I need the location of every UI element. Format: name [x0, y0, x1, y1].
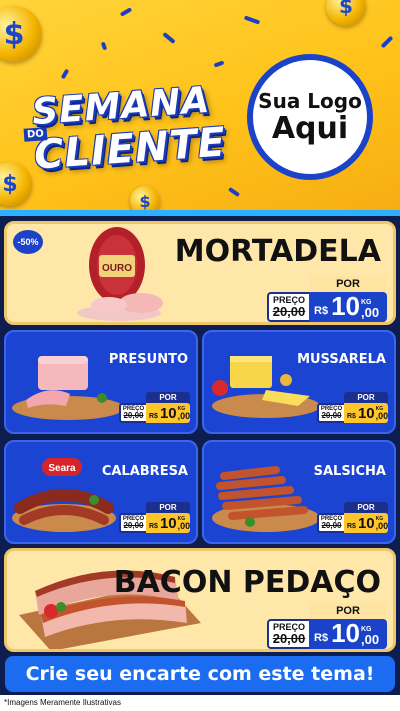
brand-label: OURO	[102, 263, 132, 274]
confetti-decoration	[243, 15, 261, 25]
old-price: PREÇO 20,00	[267, 292, 309, 322]
coin-icon: $	[0, 6, 42, 62]
price-tag: POR PREÇO 20,00 R$ 10 KG ,00	[119, 502, 190, 533]
confetti-decoration	[60, 68, 70, 80]
logo-placeholder: Sua Logo Aqui	[247, 54, 373, 180]
price-por-label: POR	[344, 392, 388, 403]
product-card-calabresa: Seara CALABRESA POR PREÇO 20,00 R$ 10 KG…	[4, 440, 198, 544]
product-card-bacon: BACON PEDAÇO POR PREÇO 20,00 R$ 10 KG ,00	[4, 548, 396, 652]
confetti-decoration	[162, 31, 176, 45]
confetti-decoration	[119, 7, 133, 17]
price-por-label: POR	[146, 502, 190, 513]
coin-icon: $	[130, 186, 160, 213]
new-price: R$ 10 KG ,00	[309, 292, 387, 322]
disclaimer-note: *Imagens Meramente Ilustrativas	[0, 695, 400, 711]
coin-icon: $	[326, 0, 366, 26]
product-name: MORTADELA	[174, 234, 381, 269]
product-name: SALSICHA	[313, 464, 386, 479]
logo-line1: Sua Logo	[258, 89, 362, 113]
logo-line2: Aqui	[271, 111, 349, 146]
new-price: R$ 10 KG ,00	[344, 403, 388, 423]
price-por-label: POR	[146, 392, 190, 403]
old-price: PREÇO 20,00	[119, 403, 146, 423]
price-tag: POR PREÇO 20,00 R$ 10 KG ,00	[267, 276, 387, 322]
mortadela-image: OURO	[77, 227, 163, 321]
product-card-presunto: PRESUNTO POR PREÇO 20,00 R$ 10 KG ,00	[4, 330, 198, 434]
brand-label: Seara	[48, 463, 76, 474]
price-tag: POR PREÇO 20,00 R$ 10 KG ,00	[119, 392, 190, 423]
old-price: PREÇO 20,00	[267, 619, 309, 649]
product-name: PRESUNTO	[108, 352, 188, 367]
campaign-title-small: DO	[23, 127, 48, 142]
new-price: R$ 10 KG ,00	[146, 403, 190, 423]
old-price: PREÇO 20,00	[317, 403, 344, 423]
salsicha-image	[212, 466, 320, 532]
new-price: R$ 10 KG ,00	[344, 513, 388, 533]
price-tag: POR PREÇO 20,00 R$ 10 KG ,00	[317, 502, 388, 533]
confetti-decoration	[227, 186, 241, 198]
product-card-salsicha: SALSICHA POR PREÇO 20,00 R$ 10 KG ,00	[202, 440, 396, 544]
campaign-title: SEMANA CLIENTE DO	[22, 80, 252, 182]
product-card-mussarela: MUSSARELA POR PREÇO 20,00 R$ 10 KG ,00	[202, 330, 396, 434]
old-price: PREÇO 20,00	[317, 513, 344, 533]
confetti-decoration	[380, 35, 394, 49]
new-price: R$ 10 KG ,00	[146, 513, 190, 533]
price-tag: POR PREÇO 20,00 R$ 10 KG ,00	[267, 603, 387, 649]
hero-banner: $ $ $ $ SEMANA CLIENTE DO Sua Logo Aqui	[0, 0, 400, 213]
header-divider	[0, 210, 400, 216]
product-name: MUSSARELA	[297, 352, 386, 367]
price-tag: POR PREÇO 20,00 R$ 10 KG ,00	[317, 392, 388, 423]
new-price: R$ 10 KG ,00	[309, 619, 387, 649]
product-card-mortadela: -50% OURO MORTADELA POR PREÇO 20,00 R$ 1…	[4, 221, 396, 325]
create-flyer-button[interactable]: Crie seu encarte com este tema!	[5, 656, 395, 692]
old-price: PREÇO 20,00	[119, 513, 146, 533]
confetti-decoration	[213, 60, 225, 68]
discount-badge: -50%	[13, 230, 43, 254]
price-por-label: POR	[309, 603, 387, 619]
product-name: BACON PEDAÇO	[113, 565, 381, 600]
product-name: CALABRESA	[101, 464, 188, 479]
price-por-label: POR	[309, 276, 387, 292]
confetti-decoration	[100, 41, 108, 51]
price-por-label: POR	[344, 502, 388, 513]
